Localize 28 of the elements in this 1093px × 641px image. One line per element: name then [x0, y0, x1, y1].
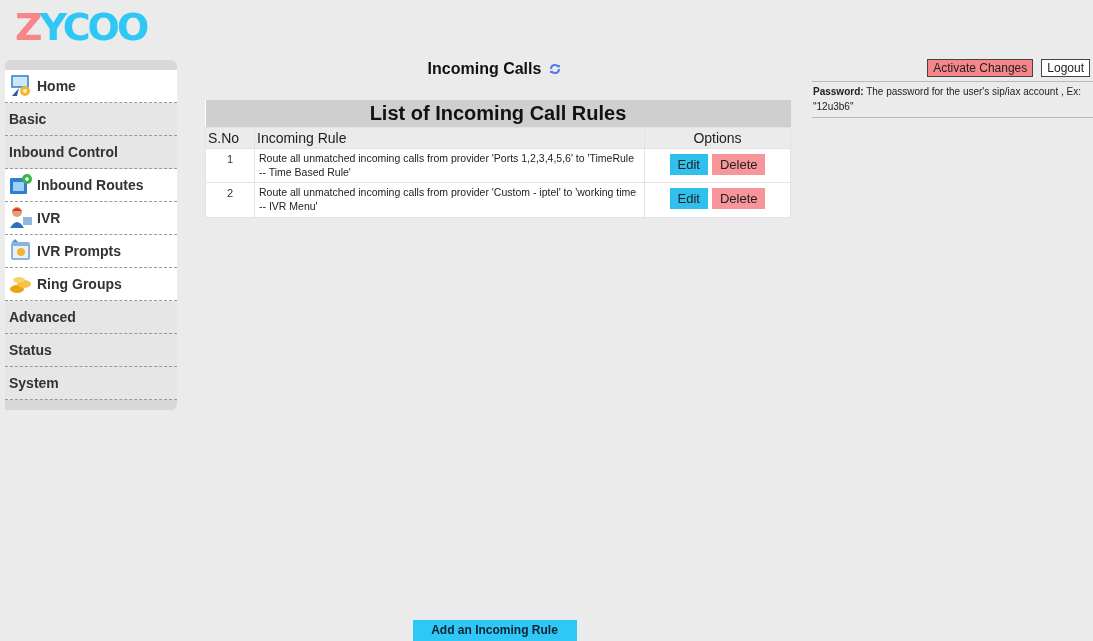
column-header: Incoming Rule — [254, 127, 645, 149]
sidebar-item[interactable]: Home — [5, 70, 177, 103]
table-cell: Route all unmatched incoming calls from provider 'Ports 1,2,3,4,5,6' to 'TimeRule -- Time Based Rule' — [254, 148, 645, 183]
sidebar-item[interactable]: Status — [5, 334, 177, 367]
help-text: Password: The password for the user's sip/iax account , Ex: "12u3b6" — [812, 81, 1093, 118]
table-cell: 2 — [205, 182, 255, 218]
column-header: S.No — [205, 127, 255, 149]
sidebar-item[interactable]: Inbound Control — [5, 136, 177, 169]
sidebar-item[interactable]: Ring Groups — [5, 268, 177, 301]
sidebar-item[interactable]: Advanced — [5, 301, 177, 334]
sidebar-item[interactable]: Basic — [5, 103, 177, 136]
table-title: List of Incoming Call Rules — [205, 100, 791, 128]
sidebar-item[interactable]: System — [5, 367, 177, 400]
delete-button[interactable]: Delete — [711, 154, 766, 175]
add-rule-button[interactable]: Add an Incoming Rule — [412, 620, 577, 641]
delete-button[interactable]: Delete — [711, 188, 766, 210]
edit-button[interactable]: Edit — [669, 188, 708, 210]
edit-button[interactable]: Edit — [669, 154, 708, 175]
table-cell: Route all unmatched incoming calls from provider 'Custom - iptel' to 'working time -- IVR Menu' — [254, 182, 645, 218]
activate-button[interactable]: Activate Changes — [927, 59, 1034, 77]
column-header: Options — [644, 127, 791, 149]
page-title: Incoming Calls — [427, 60, 542, 78]
table-cell: 1 — [205, 148, 255, 183]
sidebar-item[interactable]: IVR — [5, 202, 177, 235]
logo: ZYCOO — [14, 4, 148, 51]
logout-button[interactable]: Logout — [1041, 59, 1090, 77]
sidebar-item[interactable]: IVR Prompts — [5, 235, 177, 268]
sidebar-item[interactable]: Inbound Routes — [5, 169, 177, 202]
